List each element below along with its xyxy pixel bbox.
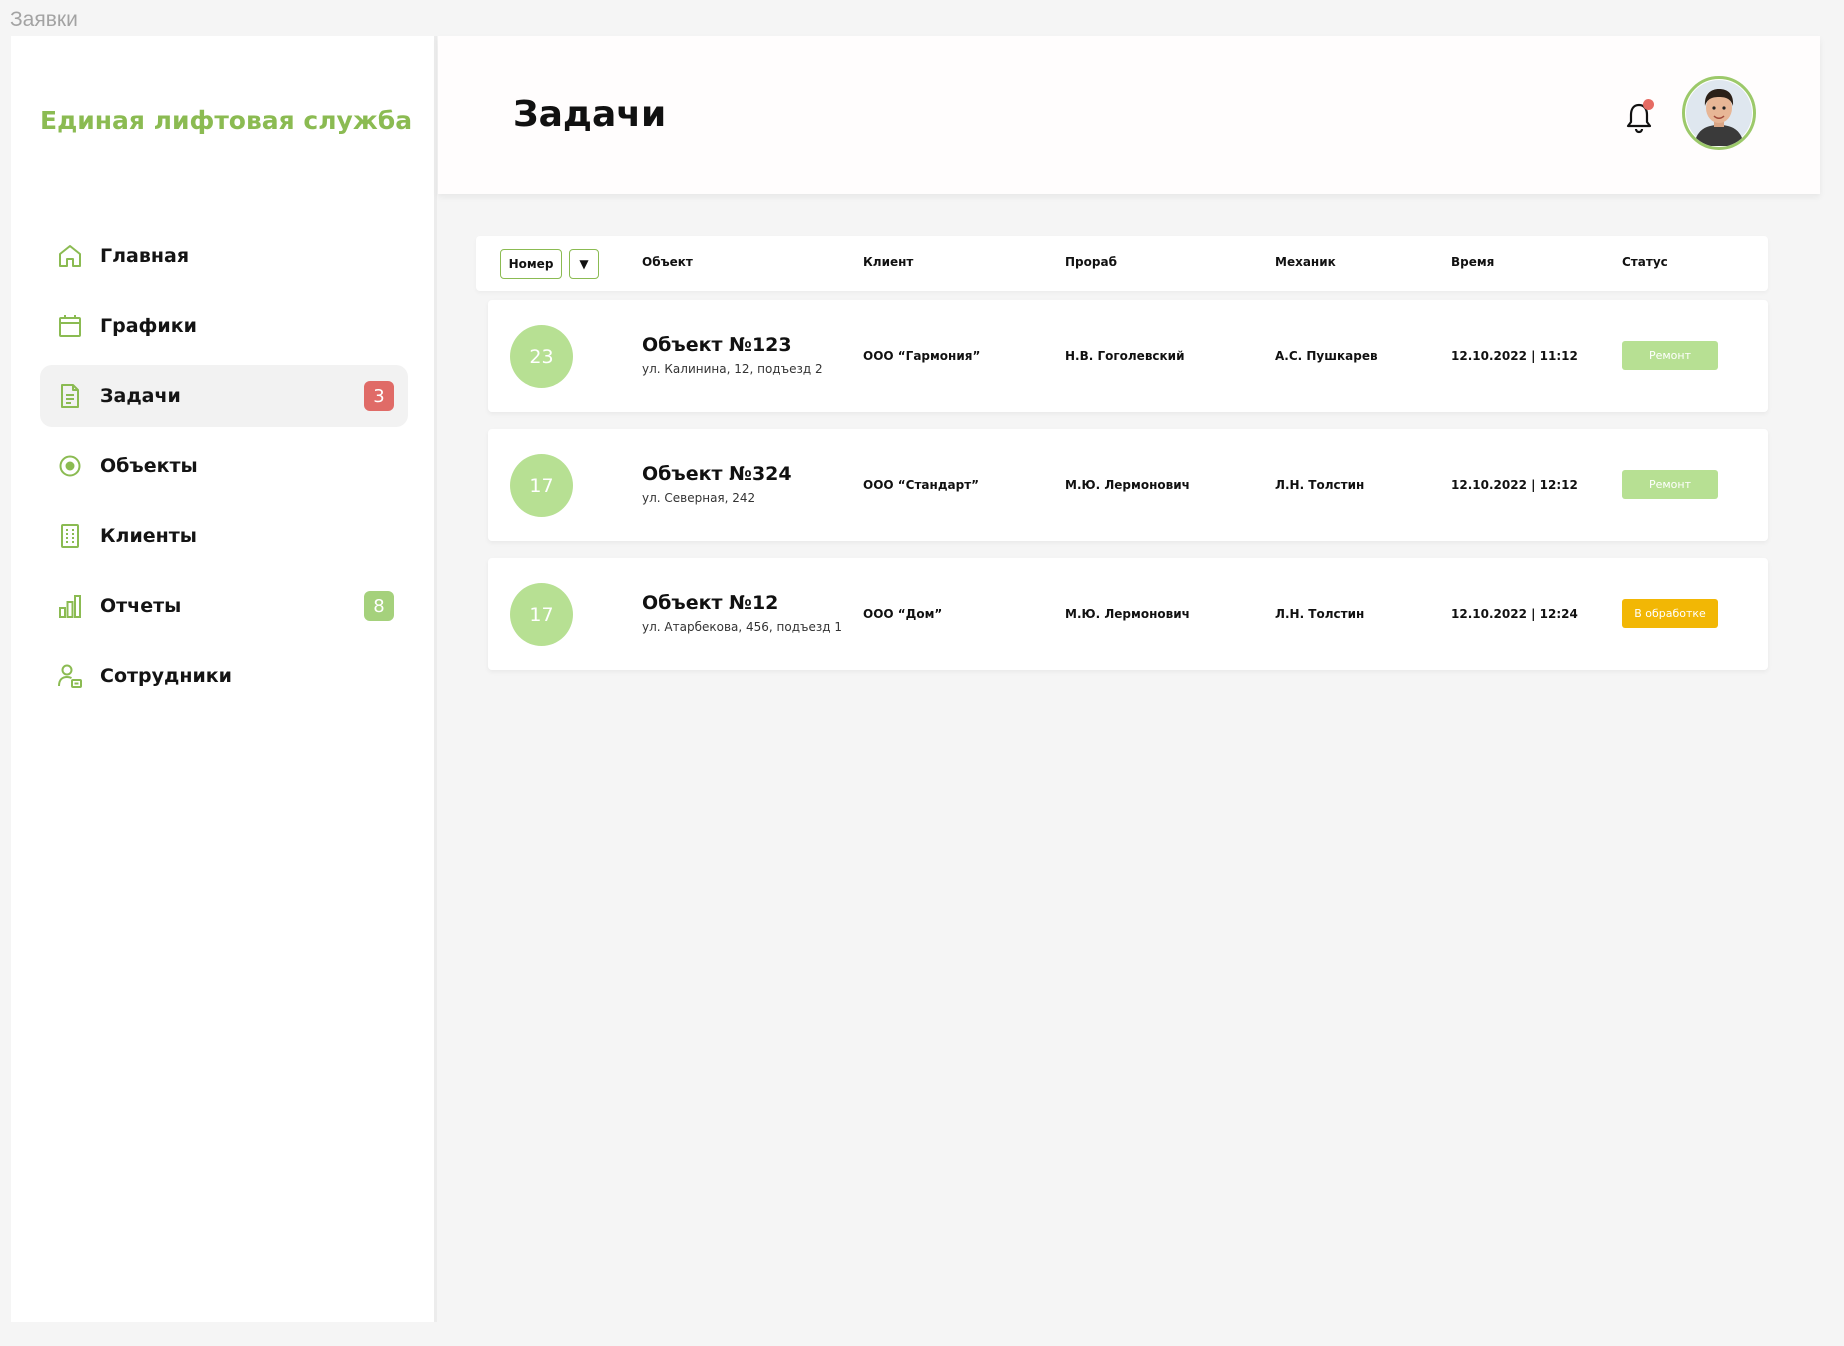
mechanic-cell: Л.Н. Толстин <box>1275 607 1365 621</box>
client-cell: ООО “Дом” <box>863 607 943 621</box>
object-title: Объект №12 <box>642 592 779 614</box>
avatar[interactable] <box>1682 76 1756 150</box>
mechanic-cell: Л.Н. Толстин <box>1275 478 1365 492</box>
foreman-cell: М.Ю. Лермонович <box>1065 607 1190 621</box>
sidebar-item-label: Графики <box>100 315 197 337</box>
object-title: Объект №123 <box>642 334 792 356</box>
foreman-cell: М.Ю. Лермонович <box>1065 478 1190 492</box>
column-header-mechanic[interactable]: Механик <box>1275 255 1336 269</box>
task-number: 17 <box>510 454 573 517</box>
frame-label: Заявки <box>10 8 78 31</box>
object-address: ул. Северная, 242 <box>642 491 756 505</box>
employee-icon <box>56 662 84 690</box>
time-cell: 12.10.2022 | 12:12 <box>1451 478 1578 492</box>
page-title: Задачи <box>513 94 667 135</box>
sidebar: Единая лифтовая служба Главная Графики З… <box>11 36 437 1322</box>
caret-down-icon: ▼ <box>579 257 589 271</box>
column-header-client[interactable]: Клиент <box>863 255 913 269</box>
sidebar-item-label: Задачи <box>100 385 181 407</box>
column-header-foreman[interactable]: Прораб <box>1065 255 1117 269</box>
brand-title: Единая лифтовая служба <box>40 106 413 135</box>
sidebar-item-objects[interactable]: Объекты <box>40 435 408 497</box>
notification-dot <box>1643 99 1654 110</box>
time-cell: 12.10.2022 | 11:12 <box>1451 349 1578 363</box>
sidebar-item-clients[interactable]: Клиенты <box>40 505 408 567</box>
home-icon <box>56 242 84 270</box>
table-row[interactable]: 23 Объект №123 ул. Калинина, 12, подъезд… <box>488 300 1768 412</box>
document-icon <box>56 382 84 410</box>
sidebar-item-tasks[interactable]: Задачи 3 <box>40 365 408 427</box>
building-icon <box>56 522 84 550</box>
sidebar-item-label: Отчеты <box>100 595 182 617</box>
table-row[interactable]: 17 Объект №324 ул. Северная, 242 ООО “Ст… <box>488 429 1768 541</box>
target-icon <box>56 452 84 480</box>
client-cell: ООО “Стандарт” <box>863 478 980 492</box>
object-title: Объект №324 <box>642 463 792 485</box>
sidebar-item-label: Объекты <box>100 455 198 477</box>
status-badge[interactable]: Ремонт <box>1622 341 1718 370</box>
sidebar-item-charts[interactable]: Графики <box>40 295 408 357</box>
column-header-status[interactable]: Статус <box>1622 255 1668 269</box>
object-address: ул. Атарбекова, 456, подъезд 1 <box>642 620 843 634</box>
sidebar-item-label: Сотрудники <box>100 665 232 687</box>
client-cell: ООО “Гармония” <box>863 349 981 363</box>
sort-field-select[interactable]: Номер <box>500 249 562 279</box>
mechanic-cell: А.С. Пушкарев <box>1275 349 1378 363</box>
table-header: Номер ▼ Объект Клиент Прораб Механик Вре… <box>476 236 1768 291</box>
foreman-cell: Н.В. Гоголевский <box>1065 349 1185 363</box>
task-number: 17 <box>510 583 573 646</box>
task-number: 23 <box>510 325 573 388</box>
status-badge[interactable]: Ремонт <box>1622 470 1718 499</box>
column-header-object[interactable]: Объект <box>642 255 693 269</box>
sort-direction-button[interactable]: ▼ <box>569 249 599 279</box>
table-row[interactable]: 17 Объект №12 ул. Атарбекова, 456, подъе… <box>488 558 1768 670</box>
tasks-count-badge: 3 <box>364 381 394 411</box>
time-cell: 12.10.2022 | 12:24 <box>1451 607 1578 621</box>
bar-chart-icon <box>56 592 84 620</box>
status-badge[interactable]: В обработке <box>1622 599 1718 628</box>
calendar-icon <box>56 312 84 340</box>
sidebar-nav: Главная Графики Задачи 3 Объекты Клиенты… <box>40 225 408 715</box>
sidebar-item-reports[interactable]: Отчеты 8 <box>40 575 408 637</box>
sidebar-item-label: Главная <box>100 245 190 267</box>
sidebar-item-home[interactable]: Главная <box>40 225 408 287</box>
column-header-time[interactable]: Время <box>1451 255 1494 269</box>
reports-count-badge: 8 <box>364 591 394 621</box>
page-header: Задачи <box>438 36 1820 194</box>
sidebar-item-label: Клиенты <box>100 525 197 547</box>
object-address: ул. Калинина, 12, подъезд 2 <box>642 362 823 376</box>
sidebar-item-employees[interactable]: Сотрудники <box>40 645 408 707</box>
